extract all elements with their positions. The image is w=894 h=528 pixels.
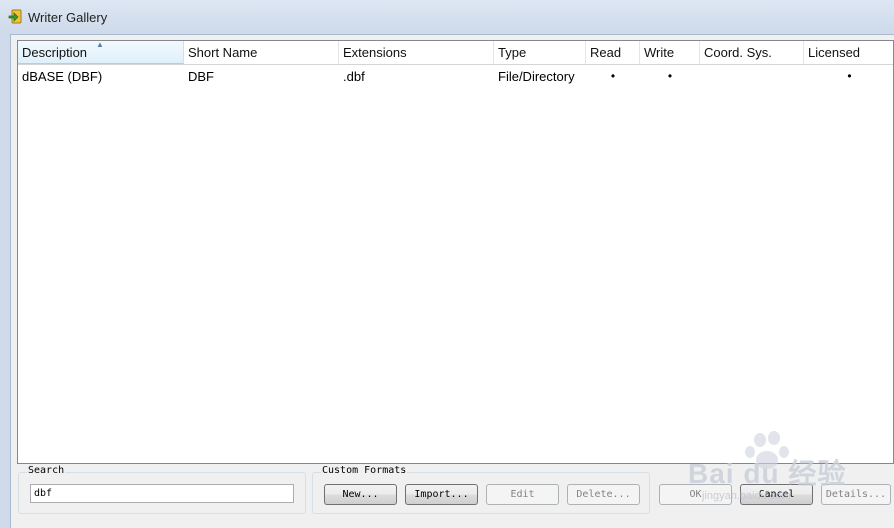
- column-header-label: Description: [22, 45, 88, 60]
- column-header-type[interactable]: Type: [494, 41, 586, 64]
- writer-gallery-icon: [8, 9, 22, 24]
- column-header-licensed[interactable]: Licensed: [804, 41, 893, 64]
- table-row[interactable]: dBASE (DBF) DBF .dbf File/Directory • • …: [18, 65, 893, 87]
- watermark-url: jingyan.baidu.com: [702, 490, 791, 502]
- formats-list[interactable]: ▲ Description Short Name Extensions Type…: [17, 40, 894, 464]
- writer-gallery-window: Writer Gallery ▲ Description Short Name …: [0, 0, 894, 528]
- custom-formats-label: Custom Formats: [321, 465, 408, 476]
- column-header-label: Coord. Sys.: [704, 45, 772, 60]
- cell-licensed: •: [847, 69, 852, 83]
- cell-type: File/Directory: [498, 69, 575, 84]
- cell-coord-sys: [700, 65, 804, 87]
- cell-short-name: DBF: [188, 69, 214, 84]
- delete-format-button[interactable]: Delete...: [567, 484, 640, 505]
- new-format-button[interactable]: New...: [324, 484, 397, 505]
- column-header-label: Type: [498, 45, 527, 60]
- window-title: Writer Gallery: [28, 10, 108, 25]
- search-input[interactable]: dbf: [30, 484, 294, 503]
- watermark-text: Bai du 经验: [688, 458, 847, 489]
- column-header-label: Licensed: [808, 45, 861, 60]
- sort-ascending-icon: ▲: [96, 40, 104, 49]
- edit-format-button[interactable]: Edit: [486, 484, 559, 505]
- title-bar: Writer Gallery: [0, 0, 894, 34]
- cell-read: •: [610, 69, 616, 83]
- column-header-read[interactable]: Read: [586, 41, 640, 64]
- column-header-extensions[interactable]: Extensions: [339, 41, 494, 64]
- column-header-label: Write: [644, 45, 675, 60]
- list-header: ▲ Description Short Name Extensions Type…: [18, 41, 893, 65]
- cell-write: •: [667, 69, 673, 83]
- column-header-description[interactable]: ▲ Description: [18, 41, 184, 64]
- column-header-short-name[interactable]: Short Name: [184, 41, 339, 64]
- cell-description: dBASE (DBF): [22, 69, 103, 84]
- cell-extensions: .dbf: [343, 69, 365, 84]
- search-label: Search: [27, 465, 66, 476]
- column-header-coord-sys[interactable]: Coord. Sys.: [700, 41, 804, 64]
- column-header-label: Extensions: [343, 45, 407, 60]
- column-header-write[interactable]: Write: [640, 41, 700, 64]
- import-format-button[interactable]: Import...: [405, 484, 478, 505]
- column-header-label: Read: [590, 45, 622, 60]
- column-header-label: Short Name: [188, 45, 258, 60]
